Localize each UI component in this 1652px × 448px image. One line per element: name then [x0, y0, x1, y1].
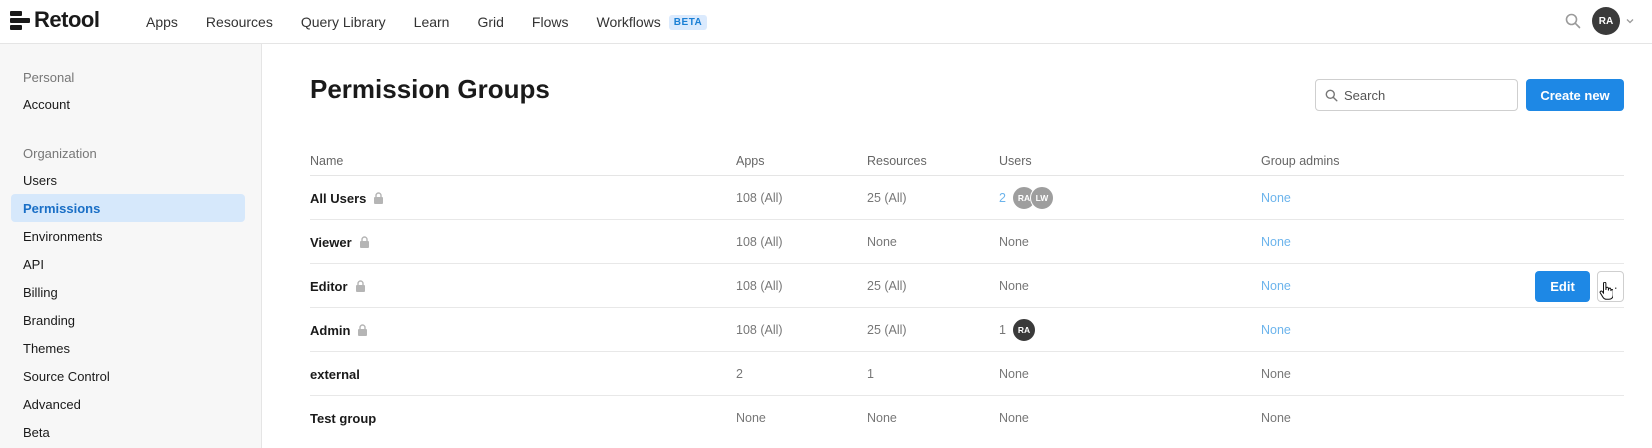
- apps-cell: None: [736, 411, 766, 425]
- column-header-resources: Resources: [867, 154, 927, 168]
- sidebar-item-advanced[interactable]: Advanced: [11, 390, 245, 418]
- section-organization-label: Organization: [23, 146, 97, 161]
- group-name: All Users: [310, 190, 367, 206]
- user-avatar: LW: [1029, 186, 1054, 210]
- table-row[interactable]: external 2 1 None None: [310, 352, 1624, 396]
- table-row[interactable]: Editor 108 (All) 25 (All) None None Edit…: [310, 264, 1624, 308]
- user-avatar-stack: RA: [1011, 318, 1036, 342]
- apps-cell: 108 (All): [736, 191, 783, 205]
- table-row[interactable]: All Users 108 (All) 25 (All) 2 RA LW Non…: [310, 176, 1624, 220]
- group-admins-cell: None: [1261, 367, 1291, 381]
- table-header: Name Apps Resources Users Group admins: [310, 150, 1624, 176]
- column-header-name: Name: [310, 154, 344, 168]
- table-row[interactable]: Test group None None None None: [310, 396, 1624, 440]
- search-icon: [1325, 89, 1338, 102]
- users-cell[interactable]: 2 RA LW: [999, 176, 1054, 220]
- beta-badge: BETA: [668, 14, 708, 30]
- search-input[interactable]: [1344, 87, 1504, 103]
- users-cell: None: [999, 279, 1029, 293]
- column-header-users: Users: [999, 154, 1032, 168]
- group-name: Admin: [310, 322, 351, 338]
- sidebar-item-account[interactable]: Account: [11, 90, 245, 118]
- section-personal-label: Personal: [23, 70, 75, 85]
- resources-cell: 1: [867, 367, 874, 381]
- group-name-cell: Editor: [310, 264, 366, 308]
- lock-icon: [355, 280, 365, 292]
- group-admins-cell: None: [1261, 411, 1291, 425]
- retool-logo-icon: [10, 10, 30, 30]
- create-new-button[interactable]: Create new: [1526, 79, 1624, 111]
- main-nav: Apps Resources Query Library Learn Grid …: [146, 0, 735, 44]
- permission-groups-table: Name Apps Resources Users Group admins A…: [310, 150, 1624, 440]
- page-title: Permission Groups: [310, 74, 550, 104]
- search-icon[interactable]: [1564, 12, 1582, 30]
- sidebar-item-permissions[interactable]: Permissions: [11, 194, 245, 222]
- table-row[interactable]: Viewer 108 (All) None None None: [310, 220, 1624, 264]
- hand-cursor-icon: [1599, 282, 1613, 300]
- sidebar-item-beta[interactable]: Beta: [11, 418, 245, 446]
- sidebar-item-source-control[interactable]: Source Control: [11, 362, 245, 390]
- resources-cell: None: [867, 235, 897, 249]
- nav-workflows-label: Workflows: [596, 14, 661, 30]
- lock-icon: [374, 192, 384, 204]
- users-count[interactable]: 1: [999, 323, 1006, 337]
- apps-cell: 108 (All): [736, 323, 783, 337]
- nav-flows[interactable]: Flows: [532, 14, 569, 30]
- logo-text: Retool: [34, 7, 100, 32]
- lock-icon: [358, 324, 368, 336]
- group-name-cell: external: [310, 352, 360, 396]
- nav-query-library[interactable]: Query Library: [301, 14, 386, 30]
- user-avatar-stack: RA LW: [1011, 186, 1054, 210]
- group-name-cell: All Users: [310, 176, 384, 220]
- group-name: external: [310, 366, 360, 382]
- apps-cell: 108 (All): [736, 279, 783, 293]
- sidebar-item-users[interactable]: Users: [11, 166, 245, 194]
- settings-sidebar: Personal Account Organization Users Perm…: [0, 44, 262, 448]
- nav-workflows[interactable]: Workflows BETA: [596, 14, 708, 30]
- users-cell: None: [999, 411, 1029, 425]
- top-navigation-bar: Retool Apps Resources Query Library Lear…: [0, 0, 1652, 44]
- chevron-down-icon[interactable]: [1624, 15, 1636, 27]
- lock-icon: [359, 236, 369, 248]
- users-cell[interactable]: 1 RA: [999, 308, 1036, 352]
- group-name: Test group: [310, 410, 377, 426]
- group-name: Editor: [310, 278, 348, 294]
- sidebar-item-themes[interactable]: Themes: [11, 334, 245, 362]
- resources-cell: 25 (All): [867, 191, 907, 205]
- nav-resources[interactable]: Resources: [206, 14, 273, 30]
- table-row[interactable]: Admin 108 (All) 25 (All) 1 RA None: [310, 308, 1624, 352]
- users-count[interactable]: 2: [999, 191, 1006, 205]
- column-header-apps: Apps: [736, 154, 765, 168]
- nav-apps[interactable]: Apps: [146, 14, 178, 30]
- sidebar-item-branding[interactable]: Branding: [11, 306, 245, 334]
- group-admins-cell[interactable]: None: [1261, 220, 1291, 264]
- group-admins-cell[interactable]: None: [1261, 308, 1291, 352]
- edit-button[interactable]: Edit: [1535, 271, 1590, 302]
- retool-logo[interactable]: Retool: [10, 7, 100, 32]
- user-avatar[interactable]: RA: [1592, 7, 1620, 35]
- group-name-cell: Viewer: [310, 220, 370, 264]
- sidebar-item-billing[interactable]: Billing: [11, 278, 245, 306]
- apps-cell: 108 (All): [736, 235, 783, 249]
- users-cell: None: [999, 235, 1029, 249]
- resources-cell: 25 (All): [867, 323, 907, 337]
- users-cell: None: [999, 367, 1029, 381]
- group-admins-cell[interactable]: None: [1261, 264, 1291, 308]
- sidebar-item-api[interactable]: API: [11, 250, 245, 278]
- column-header-group-admins: Group admins: [1261, 154, 1340, 168]
- apps-cell: 2: [736, 367, 743, 381]
- sidebar-item-environments[interactable]: Environments: [11, 222, 245, 250]
- group-name: Viewer: [310, 234, 352, 250]
- group-name-cell: Admin: [310, 308, 368, 352]
- group-admins-cell[interactable]: None: [1261, 176, 1291, 220]
- group-name-cell: Test group: [310, 396, 376, 440]
- user-avatar: RA: [1011, 318, 1036, 342]
- search-field[interactable]: [1315, 79, 1518, 111]
- resources-cell: None: [867, 411, 897, 425]
- nav-grid[interactable]: Grid: [477, 14, 503, 30]
- nav-learn[interactable]: Learn: [414, 14, 450, 30]
- resources-cell: 25 (All): [867, 279, 907, 293]
